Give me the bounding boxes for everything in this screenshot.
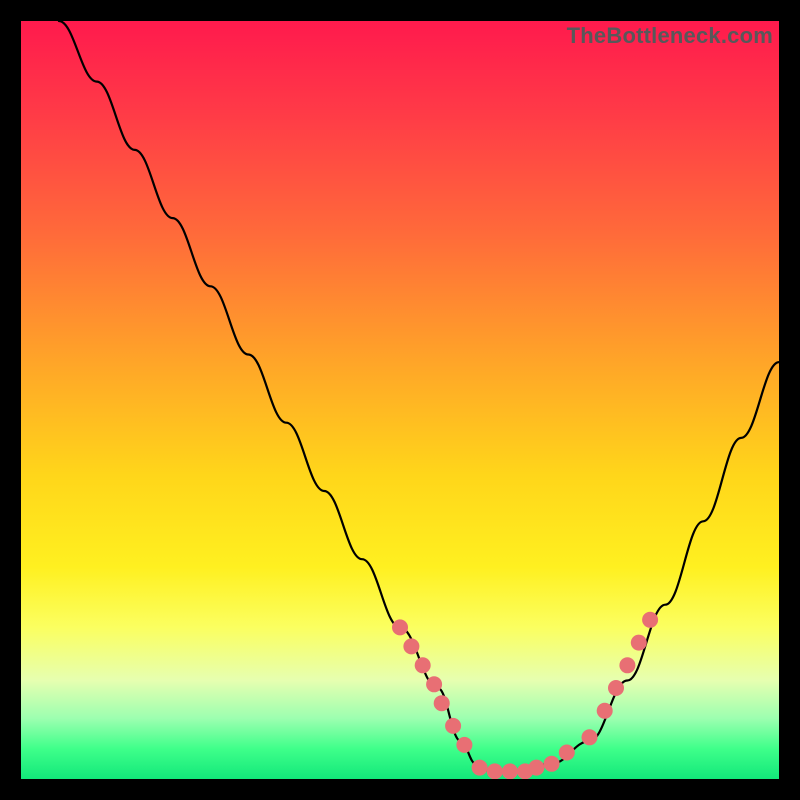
highlight-dot	[434, 695, 450, 711]
highlight-dot	[426, 676, 442, 692]
highlight-dot	[502, 763, 518, 779]
highlight-dot	[528, 760, 544, 776]
highlight-dot	[631, 635, 647, 651]
highlight-dot	[403, 638, 419, 654]
highlight-dots	[392, 612, 658, 779]
highlight-dot	[559, 745, 575, 761]
highlight-dot	[445, 718, 461, 734]
highlight-dot	[582, 729, 598, 745]
plot-area: TheBottleneck.com	[21, 21, 779, 779]
highlight-dot	[472, 760, 488, 776]
highlight-dot	[415, 657, 431, 673]
highlight-dot	[619, 657, 635, 673]
highlight-dot	[392, 619, 408, 635]
highlight-dot	[642, 612, 658, 628]
highlight-dot	[597, 703, 613, 719]
highlight-dot	[544, 756, 560, 772]
highlight-dot	[456, 737, 472, 753]
highlight-dot	[487, 763, 503, 779]
chart-frame: TheBottleneck.com	[0, 0, 800, 800]
highlight-dot	[608, 680, 624, 696]
chart-svg	[21, 21, 779, 779]
